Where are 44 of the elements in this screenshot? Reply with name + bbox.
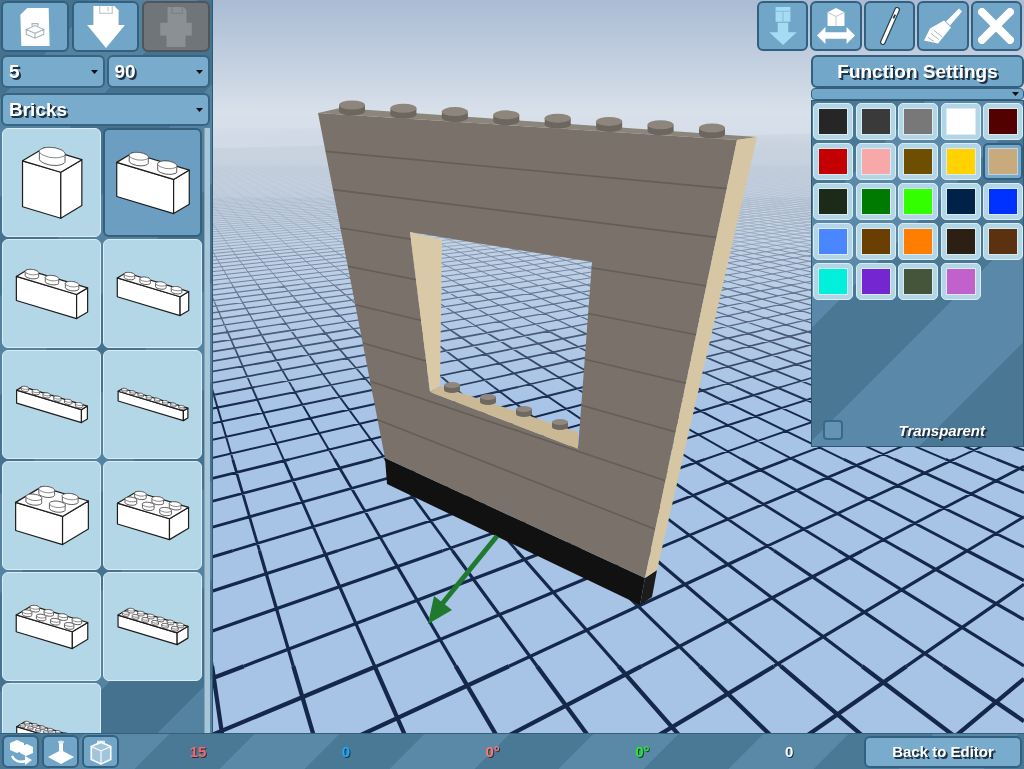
color-button[interactable] — [983, 143, 1023, 180]
save-icon — [85, 5, 126, 48]
caret-icon — [1012, 92, 1019, 96]
checkbox[interactable] — [823, 420, 843, 440]
back-button[interactable]: Back to Editor — [864, 735, 1022, 768]
size-dropdown[interactable]: 5 — [1, 55, 105, 88]
toolbar-button[interactable] — [970, 1, 1023, 51]
file-button[interactable] — [71, 1, 140, 52]
brick-icon — [13, 385, 90, 424]
brick-tile[interactable] — [103, 128, 202, 237]
brick-icon — [13, 603, 90, 650]
toolbar-button[interactable] — [917, 1, 969, 51]
panel-title: Function Settings — [811, 55, 1024, 88]
readout-text: 0 — [341, 743, 351, 760]
axis-arrow[interactable] — [428, 534, 499, 624]
toolbar-button[interactable] — [42, 735, 79, 768]
readout-text: 0 — [784, 743, 794, 760]
readout-text: 0° — [635, 743, 650, 760]
brick-icon — [13, 267, 90, 320]
floppy-brick-icon — [159, 6, 194, 47]
angle-dropdown[interactable]: 90 — [106, 55, 210, 88]
toolbar-button[interactable] — [757, 1, 809, 51]
scrollbar[interactable] — [204, 128, 210, 733]
brick-icon — [114, 387, 191, 422]
checkbox-label: Transparent — [898, 421, 985, 439]
file-button[interactable] — [1, 1, 69, 52]
readout-text: 15 — [189, 743, 207, 760]
caret-icon — [90, 69, 98, 74]
toolbar-button[interactable] — [82, 735, 119, 768]
bricks-arrow-icon — [7, 738, 34, 765]
readout-text: 0° — [485, 743, 500, 760]
brick-icon — [20, 145, 83, 220]
baseplate-icon — [46, 739, 75, 764]
brick-icon — [114, 270, 191, 317]
toolbar-button[interactable] — [2, 735, 39, 768]
caret-icon — [196, 69, 203, 74]
brick-outline-icon — [89, 738, 112, 765]
brick-icon — [13, 485, 90, 546]
category-dropdown[interactable]: Bricks — [1, 93, 210, 126]
toolbar-button[interactable] — [863, 1, 916, 51]
brick-icon — [114, 490, 191, 541]
brick-icon — [114, 607, 191, 646]
toolbar-button[interactable] — [810, 1, 862, 51]
brick-icon — [114, 150, 191, 215]
